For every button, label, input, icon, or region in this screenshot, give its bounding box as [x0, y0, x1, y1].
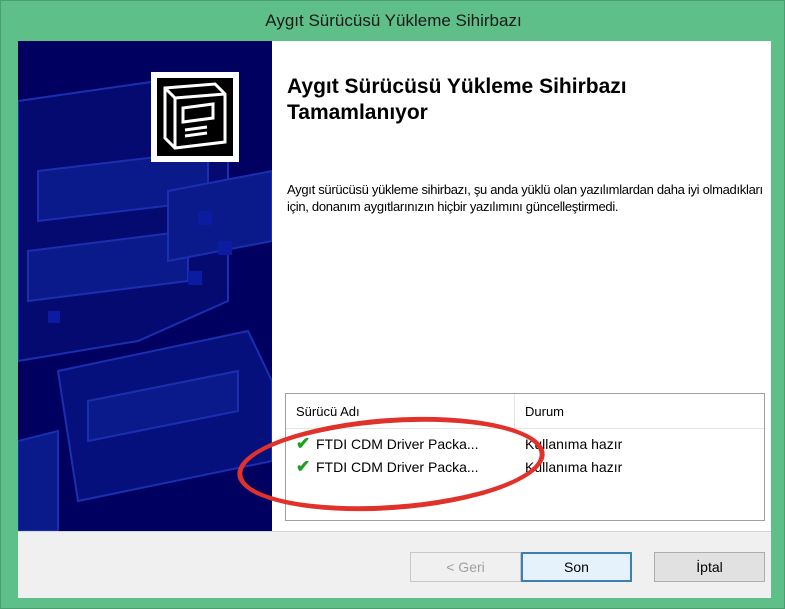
wizard-window: Aygıt Sürücüsü Yükleme Sihirbazı Aygıt S… [0, 0, 785, 609]
page-heading: Aygıt Sürücüsü Yükleme Sihirbazı Tamamla… [287, 75, 627, 124]
driver-name: FTDI CDM Driver Packa... [316, 436, 479, 452]
driver-name: FTDI CDM Driver Packa... [316, 459, 479, 475]
driver-list[interactable]: Sürücü Adı Durum ✔ FTDI CDM Driver Packa… [285, 393, 765, 521]
list-item[interactable]: ✔ FTDI CDM Driver Packa... Kullanıma haz… [286, 433, 764, 455]
driver-status: Kullanıma hazır [525, 436, 623, 452]
column-header-driver-name[interactable]: Sürücü Adı [286, 394, 515, 428]
back-button[interactable]: < Geri [410, 552, 521, 582]
finish-button[interactable]: Son [521, 552, 632, 582]
completion-description: Aygıt sürücüsü yükleme sihirbazı, şu and… [287, 182, 763, 214]
title-bar[interactable]: Aygıt Sürücüsü Yükleme Sihirbazı [1, 1, 785, 41]
checkmark-icon: ✔ [296, 434, 311, 453]
button-bar: < Geri Son İptal [18, 531, 771, 598]
list-item[interactable]: ✔ FTDI CDM Driver Packa... Kullanıma haz… [286, 456, 764, 478]
list-header: Sürücü Adı Durum [286, 394, 764, 429]
wizard-sidebar-graphic [18, 41, 272, 531]
window-title: Aygıt Sürücüsü Yükleme Sihirbazı [265, 11, 522, 30]
wizard-content: Aygıt Sürücüsü Yükleme Sihirbazı Tamamla… [18, 41, 771, 598]
pci-card-icon [163, 82, 227, 150]
driver-status: Kullanıma hazır [525, 459, 623, 475]
cancel-button[interactable]: İptal [654, 552, 765, 582]
checkmark-icon: ✔ [296, 457, 311, 476]
column-header-status[interactable]: Durum [515, 394, 764, 428]
hardware-logo [151, 72, 239, 162]
